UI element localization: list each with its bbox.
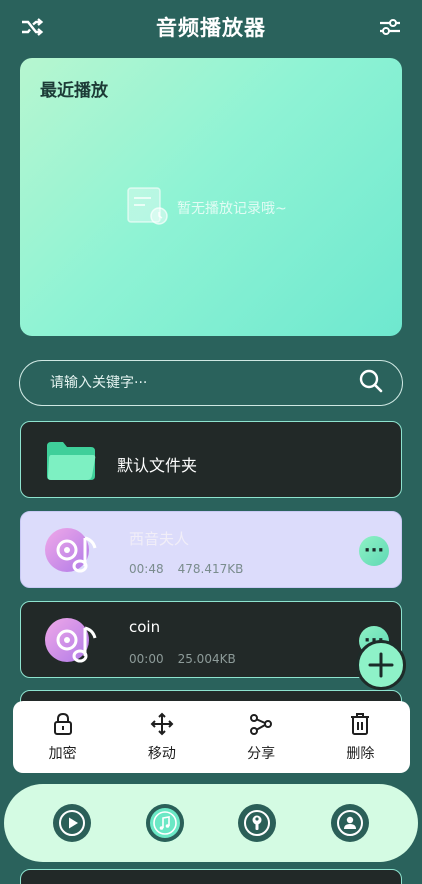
wrench-icon [244, 810, 271, 836]
file-meta: 00:00 25.004KB [129, 652, 236, 666]
audio-file-item[interactable]: 西音夫人 00:48 478.417KB ··· [20, 511, 402, 588]
app-header: 音频播放器 [0, 0, 422, 54]
lock-icon [52, 711, 74, 737]
play-icon [59, 810, 86, 836]
search-icon[interactable] [358, 368, 384, 398]
move-icon [150, 711, 174, 737]
encrypt-button[interactable]: 加密 [23, 711, 103, 763]
delete-label: 删除 [346, 746, 375, 762]
encrypt-label: 加密 [48, 746, 77, 762]
music-disc-icon [43, 524, 103, 582]
search-bar [19, 360, 403, 406]
folder-name: 默认文件夹 [117, 456, 198, 475]
recent-play-panel: 最近播放 暂无播放记录哦~ [20, 58, 402, 336]
file-duration: 00:00 [129, 652, 164, 666]
nav-music[interactable] [145, 804, 184, 842]
bottom-nav [4, 784, 418, 862]
audio-file-item[interactable]: coin 00:0025.004KB ··· [20, 601, 402, 678]
file-duration: 00:48 [129, 562, 164, 576]
shuffle-icon[interactable] [19, 14, 45, 40]
list-item-peek [20, 869, 402, 884]
file-size: 25.004KB [177, 652, 236, 666]
move-button[interactable]: 移动 [122, 711, 202, 763]
page-title: 音频播放器 [156, 16, 266, 40]
search-input[interactable] [50, 375, 358, 391]
file-name: coin [129, 618, 161, 636]
nav-tools[interactable] [238, 804, 277, 842]
folder-item[interactable]: 默认文件夹 [20, 421, 402, 498]
share-icon [249, 711, 273, 737]
user-icon [336, 810, 363, 836]
more-button[interactable]: ··· [359, 536, 389, 566]
plus-icon [368, 652, 394, 678]
nav-play[interactable] [53, 804, 92, 842]
recent-play-title: 最近播放 [40, 81, 108, 101]
empty-record-icon [125, 184, 171, 232]
music-icon [152, 811, 177, 835]
delete-button[interactable]: 删除 [320, 711, 400, 763]
share-button[interactable]: 分享 [221, 711, 301, 763]
share-label: 分享 [247, 746, 276, 762]
empty-state-text: 暂无播放记录哦~ [177, 201, 287, 217]
move-label: 移动 [147, 746, 176, 762]
file-meta: 00:48 478.417KB [129, 562, 243, 576]
sliders-icon[interactable] [377, 14, 403, 40]
file-size: 478.417KB [177, 562, 244, 576]
file-action-bar: 加密 移动 分享 删除 [13, 701, 410, 773]
music-disc-icon [43, 614, 103, 672]
file-name: 西音夫人 [129, 530, 190, 548]
trash-icon [349, 711, 371, 737]
add-button[interactable] [356, 640, 406, 690]
nav-profile[interactable] [330, 804, 369, 842]
empty-state: 暂无播放记录哦~ [125, 184, 287, 232]
folder-icon [45, 440, 97, 486]
